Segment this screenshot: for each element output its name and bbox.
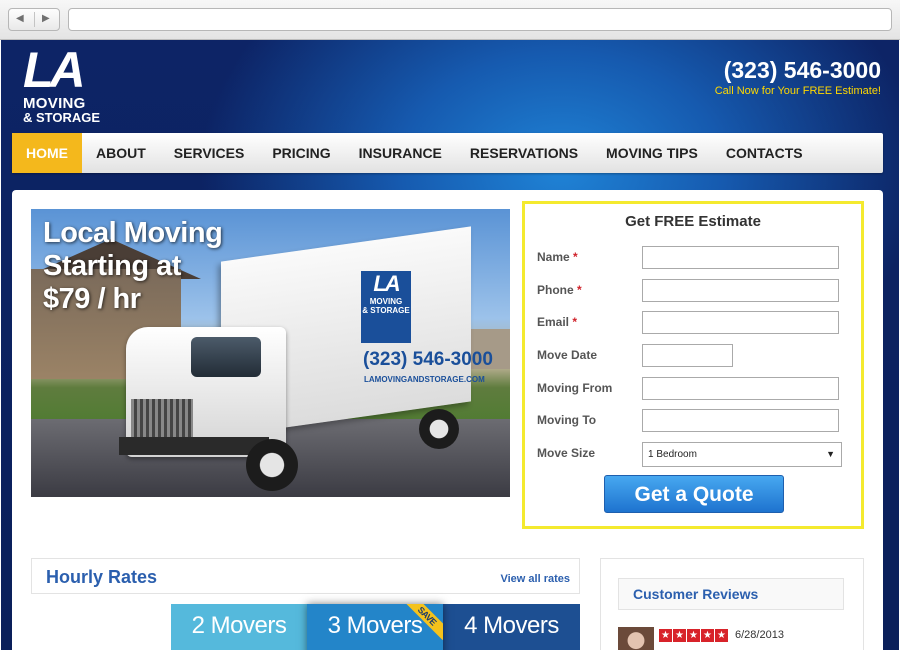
- move-date-label: Move Date: [537, 348, 598, 362]
- truck-phone: (323) 546-3000: [363, 349, 493, 370]
- forward-arrow-icon[interactable]: ▶: [42, 13, 50, 24]
- address-bar[interactable]: [68, 8, 892, 31]
- get-quote-button[interactable]: Get a Quote: [604, 475, 784, 513]
- star-icon: ★: [673, 629, 686, 642]
- logo-la: LA: [23, 42, 86, 98]
- star-rating: ★ ★ ★ ★ ★: [659, 629, 728, 642]
- hero-banner: LA MOVING & STORAGE (323) 546-3000 LAMOV…: [31, 209, 510, 497]
- star-icon: ★: [687, 629, 700, 642]
- nav-item-reservations[interactable]: RESERVATIONS: [456, 133, 592, 173]
- nav-item-moving-tips[interactable]: MOVING TIPS: [592, 133, 712, 173]
- tab-3-movers[interactable]: 3 Movers SAVE: [307, 604, 443, 650]
- call-now-text: Call Now for Your FREE Estimate!: [714, 85, 881, 97]
- chevron-down-icon: ▼: [826, 449, 835, 459]
- name-input[interactable]: [642, 246, 839, 269]
- hero-headline-line3: $79 / hr: [43, 283, 141, 315]
- phone-input[interactable]: [642, 279, 839, 302]
- nav-item-services[interactable]: SERVICES: [160, 133, 259, 173]
- star-icon: ★: [715, 629, 728, 642]
- required-mark: *: [573, 250, 578, 264]
- hero-headline-line1: Local Moving: [43, 217, 223, 249]
- truck-bumper: [119, 437, 269, 455]
- nav-item-home[interactable]: HOME: [12, 133, 82, 173]
- star-icon: ★: [701, 629, 714, 642]
- truck-windshield: [191, 337, 261, 377]
- phone-label: Phone *: [537, 283, 582, 297]
- back-arrow-icon[interactable]: ◀: [16, 13, 24, 24]
- tab-4-movers[interactable]: 4 Movers: [443, 604, 580, 650]
- name-label: Name *: [537, 250, 578, 264]
- view-all-rates-link[interactable]: View all rates: [500, 573, 570, 585]
- main-nav: HOME ABOUT SERVICES PRICING INSURANCE RE…: [12, 133, 883, 173]
- logo-moving: MOVING: [23, 95, 86, 112]
- nav-item-pricing[interactable]: PRICING: [258, 133, 344, 173]
- hero-headline-line2: Starting at: [43, 250, 181, 282]
- tab-label: 4 Movers: [464, 612, 559, 639]
- truck-logo: LA MOVING & STORAGE: [361, 271, 411, 343]
- reviews-header: Customer Reviews: [618, 578, 844, 610]
- hourly-rates-title: Hourly Rates: [46, 567, 158, 587]
- truck-website: LAMOVINGANDSTORAGE.COM: [364, 375, 485, 384]
- move-date-input[interactable]: [642, 344, 733, 367]
- truck-wheel: [419, 409, 459, 449]
- browser-toolbar: ◀ ▶: [0, 0, 900, 40]
- truck-grill: [131, 399, 193, 439]
- moving-from-label: Moving From: [537, 381, 613, 395]
- truck-logo-moving: MOVING: [369, 297, 403, 306]
- avatar: [618, 627, 654, 650]
- moving-from-input[interactable]: [642, 377, 839, 400]
- estimate-title: Get FREE Estimate: [625, 213, 761, 230]
- customer-reviews: Customer Reviews ★ ★ ★ ★ ★ 6/28/2013: [600, 558, 864, 650]
- email-label: Email *: [537, 315, 578, 329]
- nav-item-about[interactable]: ABOUT: [82, 133, 160, 173]
- hero-headline: Local Moving Starting at $79 / hr: [43, 217, 223, 316]
- move-size-select[interactable]: 1 Bedroom ▼: [642, 442, 842, 467]
- star-icon: ★: [659, 629, 672, 642]
- tab-2-movers[interactable]: 2 Movers: [171, 604, 307, 650]
- truck-logo-la: LA: [373, 271, 400, 296]
- site-logo[interactable]: LA MOVING & STORAGE: [23, 42, 101, 125]
- moving-to-label: Moving To: [537, 413, 597, 427]
- moving-to-input[interactable]: [642, 409, 839, 432]
- logo-storage: & STORAGE: [23, 110, 101, 125]
- hourly-rates-header: Hourly Rates View all rates: [31, 558, 580, 594]
- truck-wheel: [246, 439, 298, 491]
- main-content: LA MOVING & STORAGE (323) 546-3000 LAMOV…: [12, 190, 883, 650]
- tab-label: 3 Movers: [327, 612, 423, 639]
- website: LA MOVING & STORAGE (323) 546-3000 Call …: [1, 40, 899, 650]
- required-mark: *: [577, 283, 582, 297]
- history-nav-buttons: ◀ ▶: [8, 8, 60, 31]
- movers-tabs: 2 Movers 3 Movers SAVE 4 Movers: [171, 604, 580, 650]
- reviews-title: Customer Reviews: [633, 586, 759, 602]
- move-size-label: Move Size: [537, 446, 596, 460]
- email-input[interactable]: [642, 311, 839, 334]
- move-size-value: 1 Bedroom: [648, 449, 697, 460]
- tab-label: 2 Movers: [191, 612, 287, 639]
- divider: [34, 12, 35, 27]
- required-mark: *: [572, 315, 578, 329]
- nav-item-contacts[interactable]: CONTACTS: [712, 133, 817, 173]
- header-phone[interactable]: (323) 546-3000: [724, 57, 881, 84]
- review-date: 6/28/2013: [735, 629, 784, 641]
- nav-item-insurance[interactable]: INSURANCE: [345, 133, 456, 173]
- truck-logo-storage: & STORAGE: [362, 306, 410, 315]
- estimate-form: Get FREE Estimate Name * Phone * Email *…: [522, 201, 864, 529]
